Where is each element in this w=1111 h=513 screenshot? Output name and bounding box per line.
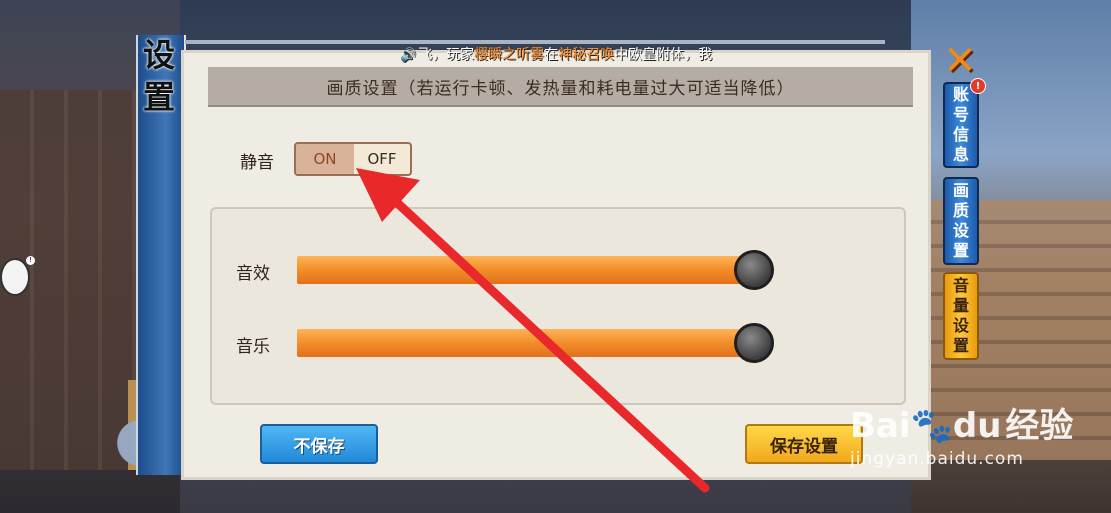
notice-player: 樱瞬之听雾	[474, 47, 545, 63]
notice-mid: 在	[544, 47, 559, 63]
tab-graphics-settings[interactable]: 画 质 设 置	[943, 177, 979, 265]
watermark-brand: Bai	[850, 406, 911, 446]
tab-volume-settings[interactable]: 音 量 设 置	[943, 272, 979, 360]
speaker-icon: 🔊	[400, 48, 417, 63]
sound-effects-slider-knob[interactable]	[734, 250, 774, 290]
music-slider[interactable]	[297, 329, 757, 357]
panda-alert-icon: !	[26, 256, 35, 265]
tab-char: 设	[952, 316, 969, 335]
sound-effects-slider[interactable]	[297, 256, 757, 284]
title-char: 置	[142, 78, 175, 116]
watermark-brand2: du	[952, 406, 1002, 446]
tab-char: 信	[952, 125, 969, 144]
close-icon[interactable]: ✕	[941, 38, 979, 84]
tab-char: 设	[952, 221, 969, 240]
save-settings-button[interactable]: 保存设置	[745, 424, 863, 464]
tab-char: 置	[952, 241, 969, 260]
volume-slider-panel	[210, 207, 906, 405]
title-char: 设	[142, 36, 175, 74]
tab-char: 量	[952, 296, 969, 315]
mute-toggle[interactable]: ON OFF	[294, 142, 412, 176]
sound-effects-label: 音效	[236, 264, 270, 284]
toggle-off-option[interactable]: OFF	[354, 144, 410, 174]
baidu-watermark: Bai🐾du 经验 jingyan.baidu.com	[850, 398, 1073, 469]
watermark-cn: 经验	[1005, 406, 1074, 446]
tab-char: 质	[952, 201, 969, 220]
notice-suffix: 中欧皇附体，我	[614, 47, 713, 63]
panda-avatar-icon[interactable]	[0, 258, 30, 296]
tab-account-info[interactable]: 账 号 信 息	[943, 82, 979, 168]
paw-icon: 🐾	[910, 406, 953, 446]
toggle-on-option[interactable]: ON	[296, 144, 354, 174]
tab-char: 置	[952, 336, 969, 355]
notice-event: 神秘召唤	[558, 47, 615, 63]
section-header: 画质设置（若运行卡顿、发热量和耗电量过大可适当降低）	[208, 67, 913, 107]
no-save-button[interactable]: 不保存	[260, 424, 378, 464]
music-label: 音乐	[236, 337, 270, 357]
tab-char: 账	[952, 85, 969, 104]
watermark-url: jingyan.baidu.com	[850, 449, 1024, 469]
notice-marquee: 🔊 飞，玩家樱瞬之听雾在神秘召唤中欧皇附体，我	[400, 44, 712, 64]
tab-char: 息	[952, 145, 969, 164]
notification-badge: !	[970, 78, 986, 94]
notice-prefix: 飞，玩家	[418, 47, 475, 63]
tab-char: 音	[952, 276, 969, 295]
tab-char: 画	[952, 181, 969, 200]
music-slider-knob[interactable]	[734, 323, 774, 363]
mute-label: 静音	[240, 153, 274, 173]
tab-char: 号	[952, 105, 969, 124]
